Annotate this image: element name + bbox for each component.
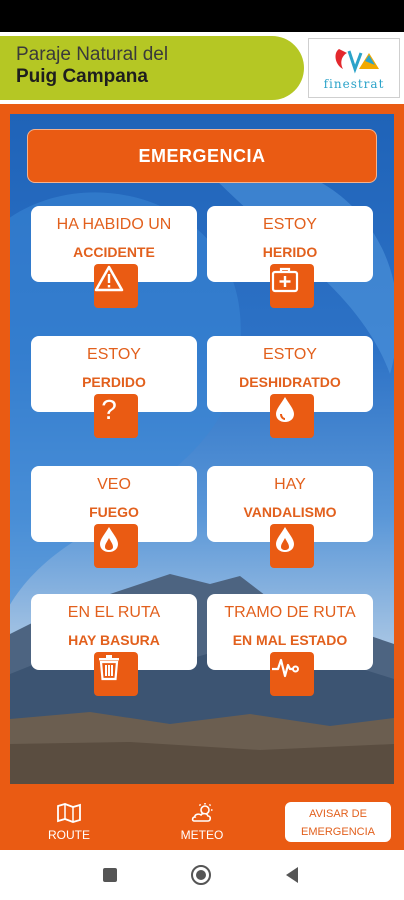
finestrat-logo: finestrat <box>308 38 400 98</box>
card-line2: ACCIDENTE <box>73 244 155 260</box>
card-line1: VEO <box>97 476 131 493</box>
back-triangle-icon <box>286 867 298 883</box>
card-line2: HAY BASURA <box>68 632 160 648</box>
card-line2: PERDIDO <box>82 374 146 390</box>
alert-emergency-button[interactable]: AVISAR DE EMERGENCIA <box>283 800 393 844</box>
card-line2: HERIDO <box>262 244 318 260</box>
water-drop-icon[interactable] <box>270 394 314 438</box>
background-landscape: EMERGENCIA HA HABIDO UN ACCIDENTE ESTOY … <box>10 114 394 784</box>
card-line1: ESTOY <box>263 346 317 363</box>
nav-route[interactable]: ROUTE <box>44 794 94 850</box>
card-line1: HAY <box>274 476 306 493</box>
card-line2: EN MAL ESTADO <box>232 632 348 648</box>
alert-button-line2: EMERGENCIA <box>301 826 375 838</box>
alert-button-line1: AVISAR DE <box>309 808 367 820</box>
first-aid-kit-icon[interactable] <box>270 264 314 308</box>
weather-icon <box>191 803 213 822</box>
bottom-navigation: ROUTE METEO AVISAR DE EMERGENCIA <box>0 794 404 850</box>
header-title-banner: Paraje Natural del Puig Campana <box>0 36 304 100</box>
card-line2: DESHIDRATDO <box>239 374 341 390</box>
warning-icon[interactable] <box>94 264 138 308</box>
question-icon[interactable]: ? <box>94 394 138 438</box>
app-header: Paraje Natural del Puig Campana finestra… <box>0 32 404 104</box>
nav-route-label: ROUTE <box>48 828 90 842</box>
fire-icon[interactable] <box>270 524 314 568</box>
map-icon <box>57 803 81 823</box>
main-panel: EMERGENCIA HA HABIDO UN ACCIDENTE ESTOY … <box>0 104 404 794</box>
pulse-icon[interactable] <box>270 652 314 696</box>
trash-icon[interactable] <box>94 652 138 696</box>
card-line1: HA HABIDO UN <box>56 216 172 233</box>
card-line1: TRAMO DE RUTA <box>224 604 356 621</box>
svg-text:?: ? <box>101 394 117 424</box>
circle-icon <box>191 865 211 885</box>
android-navigation-bar <box>0 850 404 900</box>
fire-icon[interactable] <box>94 524 138 568</box>
status-bar <box>0 0 404 32</box>
emergency-button[interactable]: EMERGENCIA <box>27 129 377 183</box>
square-icon <box>103 868 117 882</box>
header-title-line2: Puig Campana <box>16 66 148 87</box>
card-line1: EN EL RUTA <box>67 604 161 621</box>
card-line1: ESTOY <box>263 216 317 233</box>
logo-text: finestrat <box>323 77 385 91</box>
nav-meteo[interactable]: METEO <box>176 794 228 850</box>
home-button[interactable] <box>181 850 221 900</box>
card-line2: FUEGO <box>89 504 139 520</box>
recents-button[interactable] <box>90 850 130 900</box>
card-line1: ESTOY <box>87 346 141 363</box>
back-button[interactable] <box>272 850 312 900</box>
card-line2: VANDALISMO <box>243 504 337 520</box>
header-title-line1: Paraje Natural del <box>16 44 169 65</box>
nav-meteo-label: METEO <box>180 828 224 842</box>
